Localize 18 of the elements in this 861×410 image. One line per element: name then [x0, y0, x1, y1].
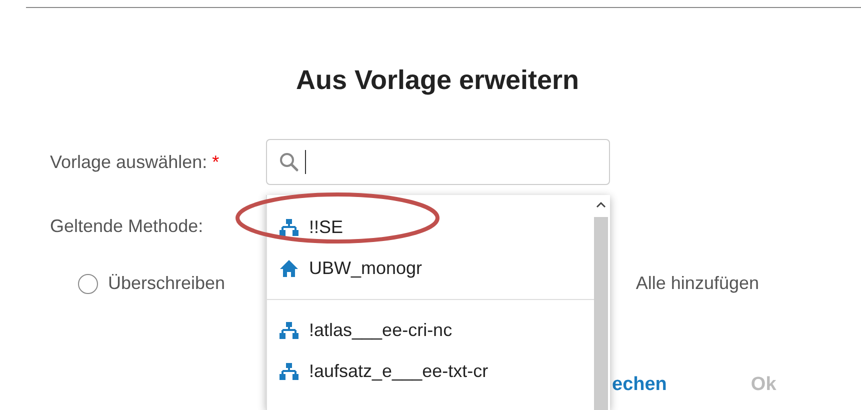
search-icon — [279, 152, 299, 172]
search-field[interactable] — [266, 139, 610, 186]
method-label: Geltende Methode: — [50, 215, 204, 238]
dialog-button[interactable]: echen — [612, 371, 667, 400]
dropdown-item[interactable]: UBW_monogr — [267, 248, 593, 289]
required-mark: * — [212, 150, 220, 174]
dialog-title: Aus Vorlage erweitern — [294, 64, 580, 96]
radio-label: Alle hinzufügen — [636, 272, 759, 296]
dropdown-item[interactable]: !aufsatz_e___ee-txt-cr — [267, 351, 593, 392]
field-label: Vorlage auswählen: — [50, 150, 208, 174]
hierarchy-icon — [279, 362, 299, 381]
radio-button[interactable] — [78, 274, 98, 294]
radio-label: Überschreiben — [108, 272, 226, 296]
hierarchy-icon — [279, 321, 299, 340]
home-icon — [279, 259, 299, 278]
dropdown-item[interactable]: !!SE — [267, 207, 593, 248]
dropdown-item[interactable]: !atlas___ee-cri-nc — [267, 310, 593, 351]
hierarchy-icon — [279, 218, 299, 237]
